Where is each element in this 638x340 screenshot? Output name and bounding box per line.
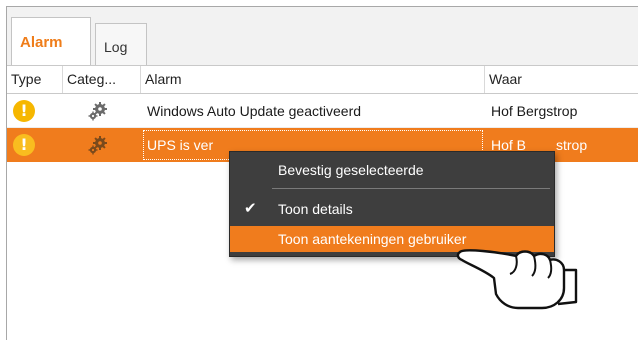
menu-item-label: Bevestig geselecteerde (278, 162, 424, 178)
gears-icon (88, 102, 107, 121)
pointing-hand-icon (456, 249, 578, 310)
grid-header: Type Categ... Alarm Waar (7, 65, 638, 94)
tab-alarm[interactable]: Alarm (11, 17, 91, 66)
menu-item-bevestig-geselecteerde[interactable]: Bevestig geselecteerde (230, 157, 554, 183)
warning-icon: ! (13, 134, 35, 156)
column-header-type[interactable]: Type (7, 66, 63, 93)
menu-item-toon-details[interactable]: ✔ Toon details (230, 196, 554, 222)
alarm-cell: UPS is ver (147, 137, 214, 153)
column-header-waar[interactable]: Waar (485, 66, 638, 93)
location-cell: Hof Bergstrop (491, 103, 578, 119)
gears-icon (88, 136, 107, 155)
column-header-alarm[interactable]: Alarm (141, 66, 485, 93)
tab-log[interactable]: Log (95, 23, 147, 65)
table-row[interactable]: ! Windows Auto Update geactiveerd Hof Be… (7, 94, 638, 128)
checkmark-icon: ✔ (244, 200, 257, 217)
column-header-category[interactable]: Categ... (63, 66, 141, 93)
warning-icon: ! (13, 100, 35, 122)
tab-strip: Alarm Log (7, 7, 638, 66)
menu-item-label: Toon aantekeningen gebruiker (278, 231, 467, 247)
menu-item-label: Toon details (278, 201, 353, 217)
location-cell-tail: strop (556, 137, 588, 153)
menu-separator (272, 188, 550, 189)
alarm-cell: Windows Auto Update geactiveerd (147, 103, 362, 119)
